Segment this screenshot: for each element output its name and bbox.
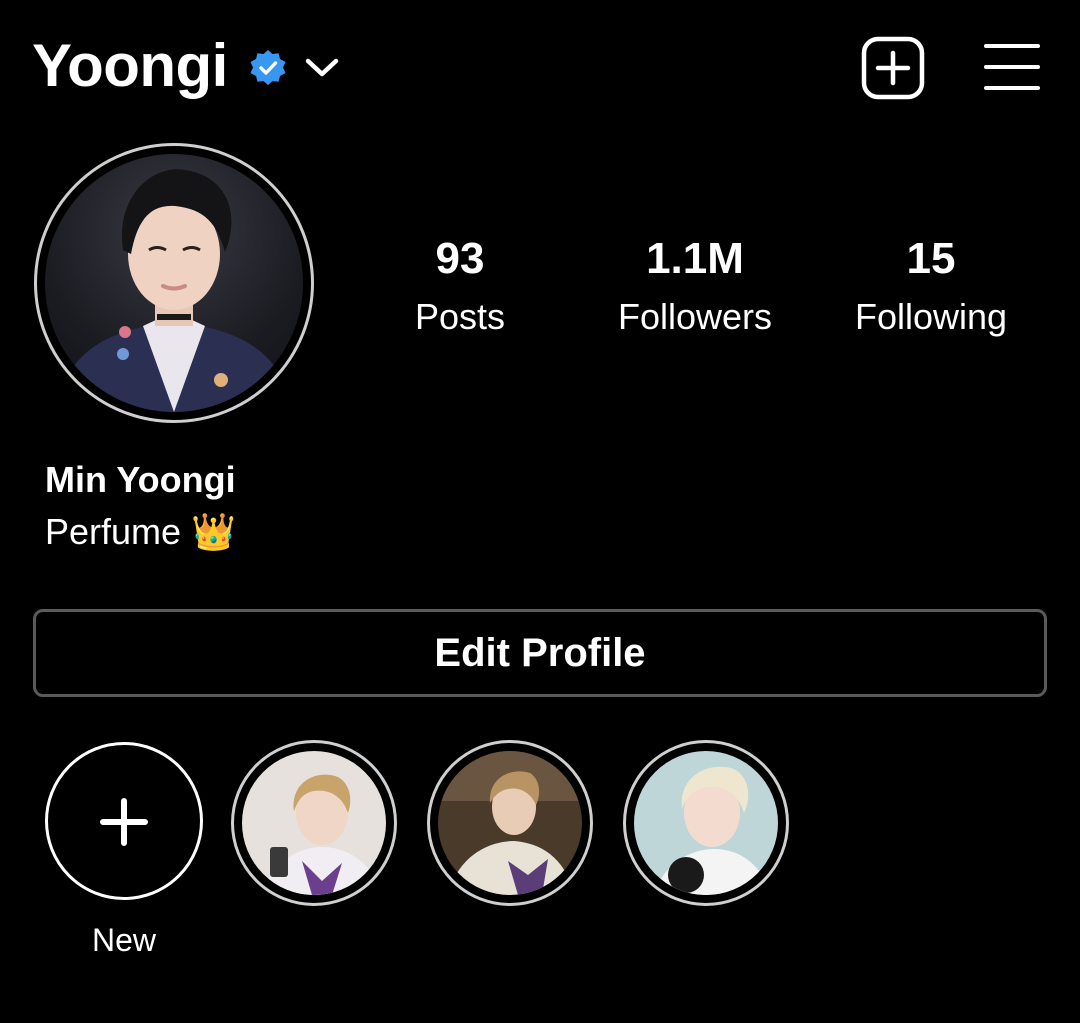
stat-following-value: 15 xyxy=(906,234,956,283)
new-highlight-button[interactable] xyxy=(45,742,203,900)
profile-avatar[interactable] xyxy=(45,154,303,412)
highlight-cover[interactable] xyxy=(242,751,386,895)
add-square-icon[interactable] xyxy=(861,36,925,100)
highlight-cover[interactable] xyxy=(634,751,778,895)
verified-badge-icon xyxy=(250,50,286,85)
highlight-photo xyxy=(634,751,778,895)
stat-followers-label: Followers xyxy=(617,296,773,337)
new-highlight-label: New xyxy=(91,922,156,958)
chevron-down-icon[interactable] xyxy=(303,52,341,82)
stat-posts-label: Posts xyxy=(414,296,506,337)
highlight-photo xyxy=(438,751,582,895)
stat-following-label: Following xyxy=(854,296,1008,337)
profile-screen: Yoongi 93 Posts 1.1M Followers 15 Follow… xyxy=(0,0,1080,1023)
profile-bio: Perfume 👑 xyxy=(45,511,236,552)
stat-posts[interactable]: 93 Posts xyxy=(350,232,570,348)
stat-followers-value: 1.1M xyxy=(646,234,744,283)
profile-username[interactable]: Yoongi xyxy=(32,30,228,102)
stat-following[interactable]: 15 Following xyxy=(821,232,1041,348)
highlight-photo xyxy=(242,751,386,895)
avatar-photo xyxy=(55,169,293,412)
hamburger-menu-icon[interactable] xyxy=(983,42,1041,92)
profile-full-name: Min Yoongi xyxy=(45,459,236,500)
stat-posts-value: 93 xyxy=(435,234,485,283)
plus-icon xyxy=(100,798,148,846)
edit-profile-button[interactable]: Edit Profile xyxy=(33,609,1047,697)
highlight-cover[interactable] xyxy=(438,751,582,895)
stat-followers[interactable]: 1.1M Followers xyxy=(585,232,805,348)
